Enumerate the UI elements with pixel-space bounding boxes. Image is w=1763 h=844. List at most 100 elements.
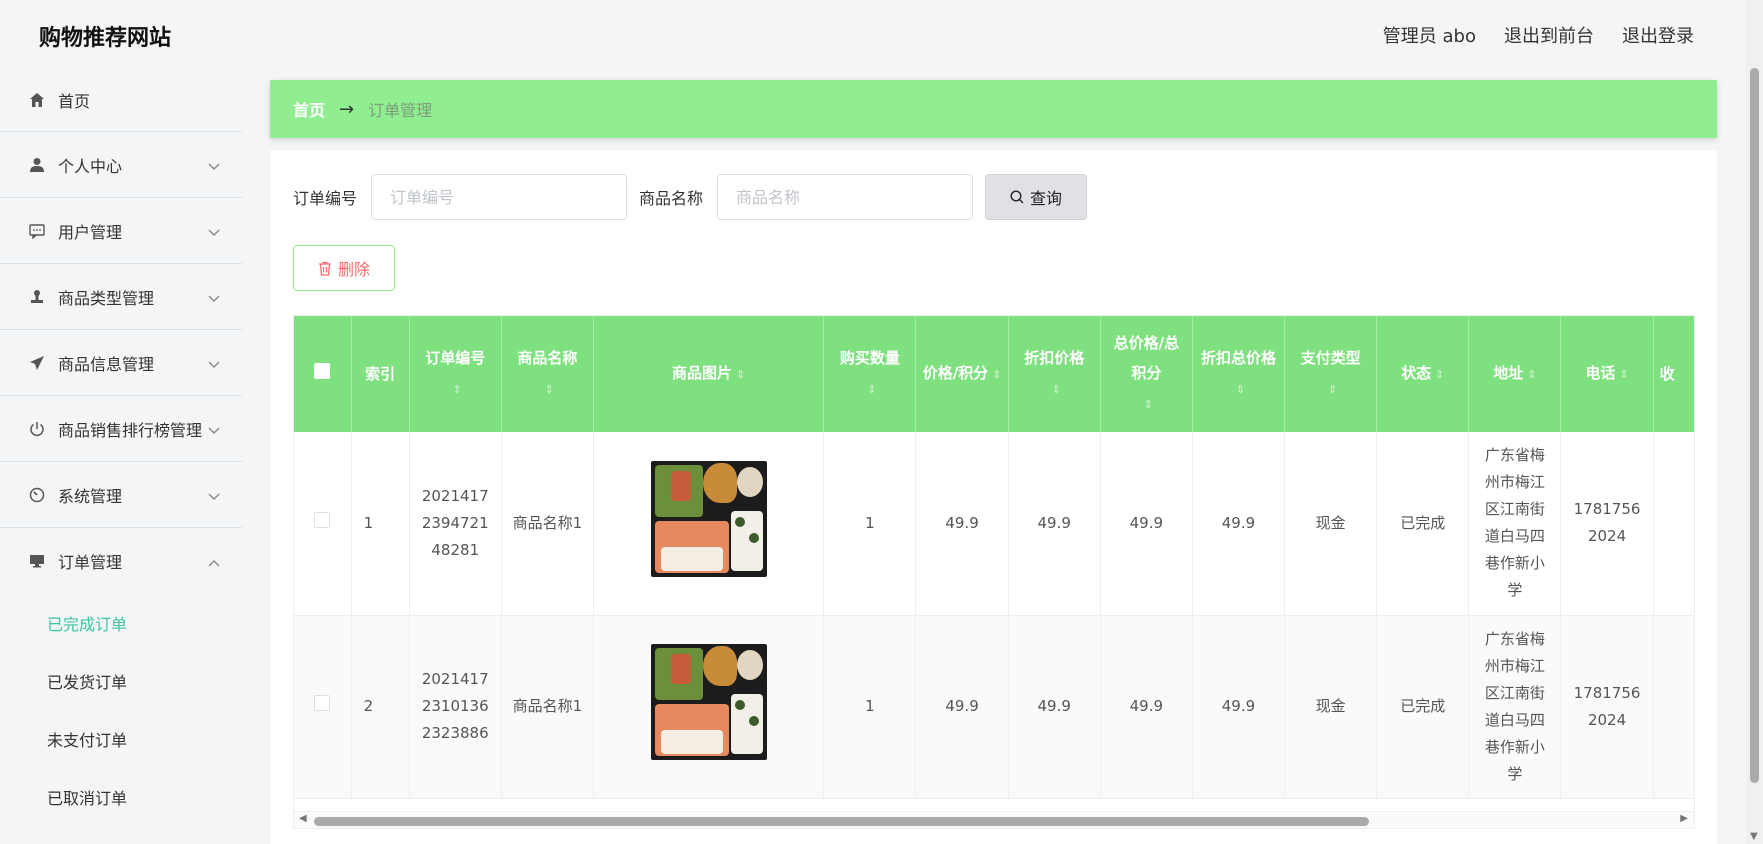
cell-total: 49.9	[1100, 432, 1193, 616]
cell-qty: 1	[823, 432, 917, 616]
scroll-down-icon[interactable]: ▼	[1750, 831, 1758, 842]
chevron-down-icon	[208, 420, 220, 439]
order-no-label: 订单编号	[293, 189, 358, 208]
column-header[interactable]: 折扣总价格⇕	[1192, 316, 1286, 432]
sidebar-item-users[interactable]: 用户管理	[0, 198, 242, 264]
cell-discount-price: 49.9	[1008, 615, 1101, 799]
sort-icon: ⇕	[1619, 368, 1629, 381]
column-header[interactable]: 折扣价格 ⇕	[1008, 316, 1101, 432]
row-checkbox[interactable]	[314, 695, 331, 711]
cell-receiver	[1653, 615, 1694, 799]
site-title: 购物推荐网站	[39, 26, 172, 51]
column-header[interactable]: 总价格/总积分 ⇕	[1100, 316, 1193, 432]
sidebar-item-system[interactable]: 系统管理	[0, 462, 242, 528]
cell-product-image[interactable]	[593, 615, 825, 799]
cell-pay-type: 现金	[1284, 432, 1378, 616]
sidebar-item-home[interactable]: 首页	[0, 68, 242, 132]
sort-icon: ⇕	[1051, 383, 1061, 396]
cell-phone: 17817562024	[1560, 615, 1654, 799]
column-header[interactable]: 购买数量 ⇕	[823, 316, 917, 432]
select-all-checkbox[interactable]	[314, 363, 331, 379]
stamp-icon	[28, 288, 46, 306]
sidebar-item-label: 系统管理	[58, 486, 123, 506]
query-button-label: 查询	[1030, 189, 1063, 208]
scroll-right-icon[interactable]: ▶	[1680, 813, 1688, 824]
column-header[interactable]: 商品图片 ⇕	[593, 316, 825, 432]
sidebar-item-label: 订单管理	[58, 553, 123, 572]
column-header[interactable]: 支付类型 ⇕	[1284, 316, 1378, 432]
scrollbar-thumb[interactable]	[1750, 68, 1759, 783]
sort-icon: ⇕	[867, 383, 877, 396]
table-header-row: 索引 订单编号 ⇕ 商品名称 ⇕ 商品图片 ⇕ 购买数量 ⇕ 价格/积分 ⇕ 折扣价格 ⇕ …	[294, 316, 1694, 432]
orders-table: 索引 订单编号 ⇕ 商品名称 ⇕ 商品图片 ⇕ 购买数量 ⇕ 价格/积分 ⇕ 折扣价格 ⇕ …	[293, 315, 1695, 815]
submenu-completed-orders[interactable]: 已完成订单	[0, 594, 242, 652]
horizontal-scrollbar[interactable]: ◀ ▶	[293, 811, 1695, 829]
table-row[interactable]: 2 20214172310136 2323886 商品名称1 1 49.9 49…	[294, 615, 1694, 799]
cell-order-no: 2021417239472148281	[409, 432, 502, 616]
main-content: 首页 → 订单管理 订单编号 商品名称 查询 删除	[270, 80, 1717, 844]
trash-icon	[318, 261, 332, 276]
cell-status: 已完成	[1376, 432, 1470, 616]
column-header[interactable]: 电话 ⇕	[1560, 316, 1654, 432]
sidebar-item-sales-ranking[interactable]: 商品销售排行榜管理	[0, 396, 242, 462]
cell-product-name: 商品名称1	[501, 432, 594, 616]
column-header[interactable]: 商品名称 ⇕	[501, 316, 594, 432]
column-header[interactable]: 地址 ⇕	[1468, 316, 1562, 432]
sidebar-item-label: 商品信息管理	[58, 354, 155, 374]
row-checkbox-cell[interactable]	[294, 615, 352, 799]
breadcrumb-home[interactable]: 首页	[293, 97, 325, 121]
product-image[interactable]	[650, 460, 767, 577]
header-links: 管理员 abo 退出到前台 退出登录	[1383, 22, 1694, 48]
sidebar-item-label: 商品销售排行榜管理	[58, 420, 203, 440]
logout-link[interactable]: 退出登录	[1622, 22, 1694, 48]
delete-button[interactable]: 删除	[293, 245, 395, 291]
submenu-unpaid-orders[interactable]: 未支付订单	[0, 710, 242, 768]
front-link[interactable]: 退出到前台	[1504, 22, 1594, 48]
row-checkbox[interactable]	[314, 511, 331, 528]
scroll-left-icon[interactable]: ◀	[299, 813, 307, 824]
breadcrumb-current: 订单管理	[368, 101, 433, 120]
monitor-icon	[28, 552, 46, 570]
cell-index: 1	[351, 432, 410, 616]
product-name-label: 商品名称	[639, 189, 704, 208]
submenu-shipped-orders[interactable]: 已发货订单	[0, 652, 242, 710]
cell-price: 49.9	[915, 615, 1009, 799]
chevron-up-icon	[208, 552, 220, 571]
scrollbar-thumb[interactable]	[314, 817, 1369, 826]
sidebar-item-orders[interactable]: 订单管理	[0, 528, 242, 594]
sidebar-item-profile[interactable]: 个人中心	[0, 132, 242, 198]
sidebar-item-product-types[interactable]: 商品类型管理	[0, 264, 242, 330]
cell-status: 已完成	[1376, 615, 1470, 799]
column-header[interactable]: 状态 ⇕	[1376, 316, 1470, 432]
chevron-down-icon	[208, 486, 220, 505]
vertical-scrollbar[interactable]: ▼	[1746, 0, 1763, 844]
sidebar-item-label: 个人中心	[58, 156, 123, 176]
order-no-input[interactable]	[371, 174, 628, 220]
column-header[interactable]: 订单编号 ⇕	[409, 316, 502, 432]
sidebar: 首页 个人中心 用户管理 商品类型管理 商品信息管理 商品销售排行榜管理 系统管…	[0, 68, 242, 844]
product-image[interactable]	[650, 644, 767, 760]
sidebar-item-label: 用户管理	[58, 222, 123, 242]
breadcrumb-arrow: →	[339, 98, 355, 120]
chevron-down-icon	[208, 156, 220, 175]
select-all-cell[interactable]	[294, 316, 352, 432]
row-checkbox-cell[interactable]	[294, 432, 352, 616]
cell-order-no: 20214172310136 2323886	[409, 615, 502, 799]
admin-label: 管理员 abo	[1382, 26, 1476, 47]
chat-icon	[28, 222, 46, 240]
gauge-icon	[28, 486, 46, 504]
query-button[interactable]: 查询	[985, 174, 1088, 220]
product-name-input[interactable]	[717, 174, 974, 220]
cell-product-image[interactable]	[593, 432, 825, 616]
submenu-cancelled-orders[interactable]: 已取消订单	[0, 768, 242, 826]
sort-icon: ⇕	[1527, 368, 1537, 381]
home-icon	[28, 91, 46, 109]
column-header[interactable]: 价格/积分 ⇕	[915, 316, 1009, 432]
top-header: 购物推荐网站 管理员 abo 退出到前台 退出登录	[0, 0, 1746, 68]
cell-total: 49.9	[1100, 615, 1193, 799]
column-header[interactable]: 收	[1653, 316, 1694, 432]
send-icon	[28, 354, 46, 372]
table-row[interactable]: 1 2021417239472148281 商品名称1 1 49.9 49.9 …	[294, 432, 1694, 616]
sidebar-item-product-info[interactable]: 商品信息管理	[0, 330, 242, 396]
sort-icon: ⇕	[1235, 383, 1246, 396]
